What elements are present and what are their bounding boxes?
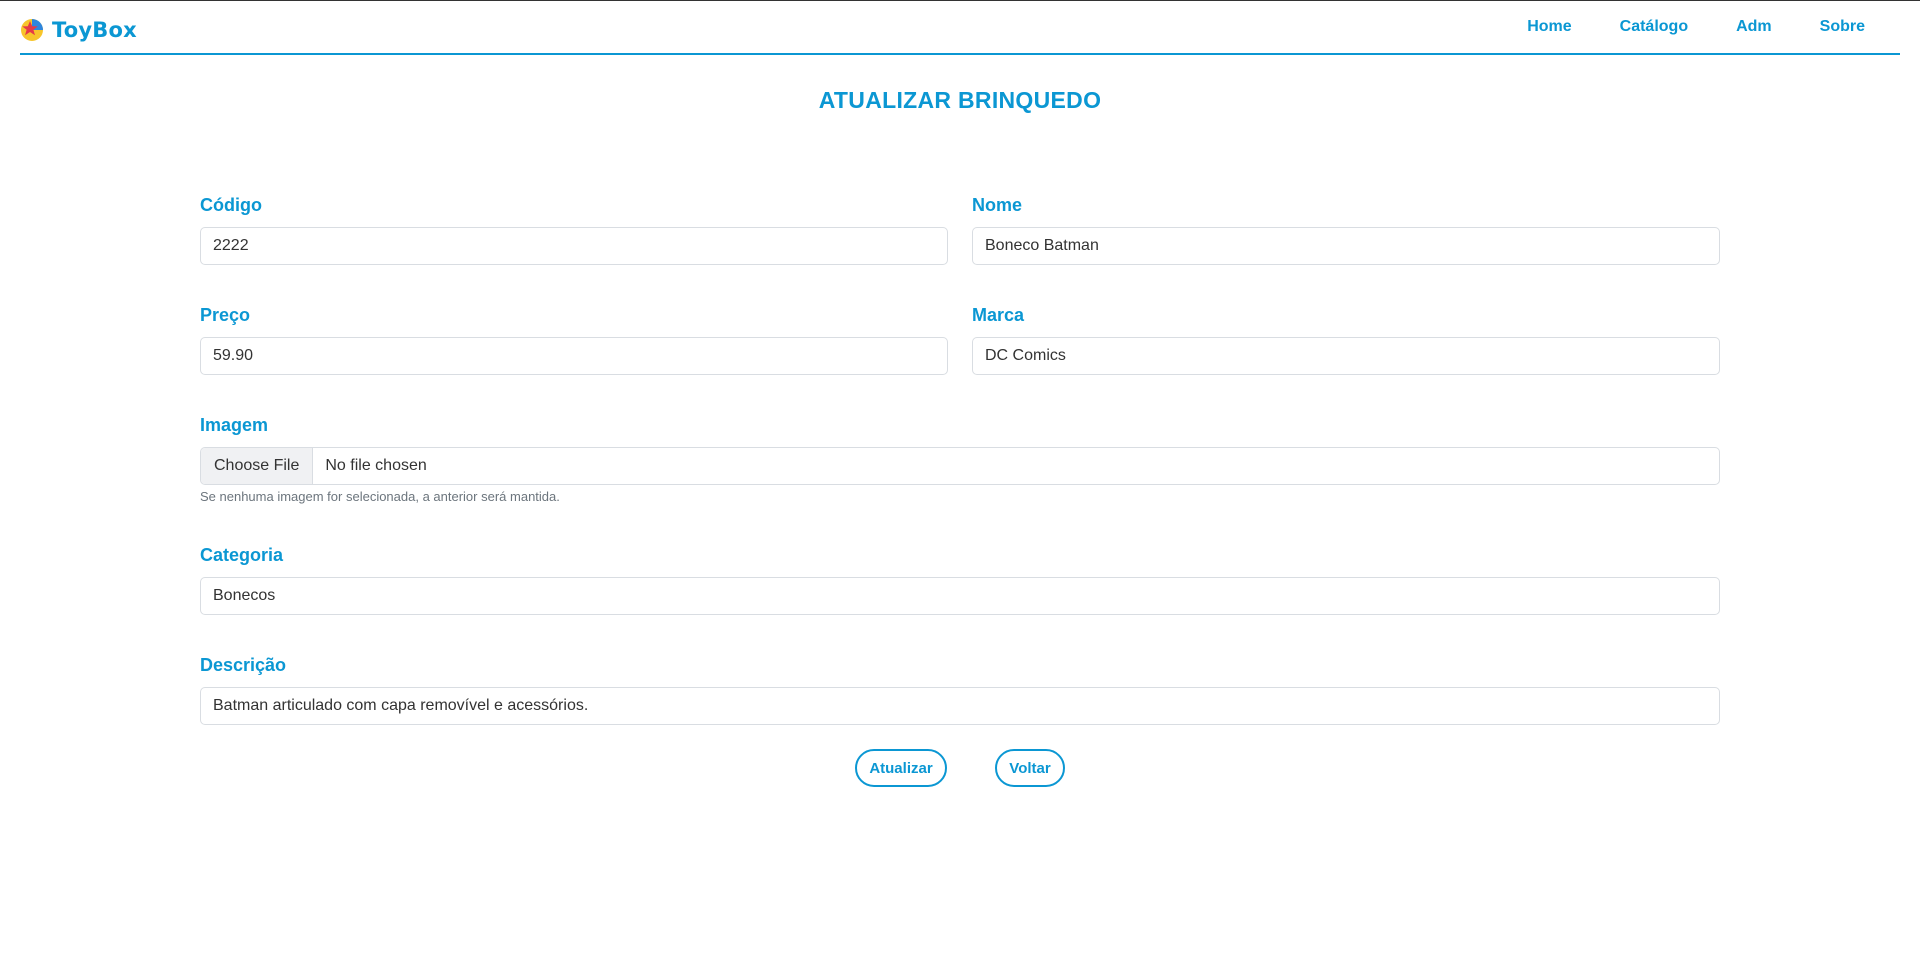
- nav-links: Home Catálogo Adm Sobre: [1527, 18, 1865, 36]
- star-ball-logo-icon: [21, 19, 43, 41]
- preco-input[interactable]: [200, 337, 948, 375]
- brand-name: ToyBox: [52, 18, 137, 42]
- nome-input[interactable]: [972, 227, 1720, 265]
- imagem-file-input[interactable]: Choose File No file chosen: [200, 447, 1720, 485]
- file-status: No file chosen: [325, 457, 427, 474]
- imagem-label: Imagem: [200, 415, 269, 435]
- preco-label: Preço: [200, 305, 251, 325]
- page: ToyBox Home Catálogo Adm Sobre ATUALIZAR…: [0, 0, 1920, 955]
- choose-file-button[interactable]: Choose File: [201, 448, 314, 484]
- imagem-help-text: Se nenhuma imagem for selecionada, a ant…: [200, 489, 560, 504]
- nav-link-adm[interactable]: Adm: [1736, 18, 1772, 36]
- categoria-label: Categoria: [200, 545, 284, 565]
- codigo-label: Código: [200, 195, 262, 215]
- categoria-input[interactable]: [200, 577, 1720, 615]
- codigo-input[interactable]: [200, 227, 948, 265]
- navbar: ToyBox Home Catálogo Adm Sobre: [20, 1, 1900, 55]
- descricao-label: Descrição: [200, 655, 287, 675]
- nome-label: Nome: [972, 195, 1023, 215]
- update-button[interactable]: Atualizar: [855, 749, 947, 787]
- nav-link-catalogo[interactable]: Catálogo: [1620, 18, 1688, 36]
- marca-input[interactable]: [972, 337, 1720, 375]
- page-title: ATUALIZAR BRINQUEDO: [818, 87, 1102, 113]
- brand[interactable]: ToyBox: [20, 17, 137, 43]
- nav-link-home[interactable]: Home: [1527, 18, 1571, 36]
- marca-label: Marca: [972, 305, 1025, 325]
- back-button[interactable]: Voltar: [995, 749, 1065, 787]
- nav-link-sobre[interactable]: Sobre: [1820, 18, 1865, 36]
- descricao-input[interactable]: [200, 687, 1720, 725]
